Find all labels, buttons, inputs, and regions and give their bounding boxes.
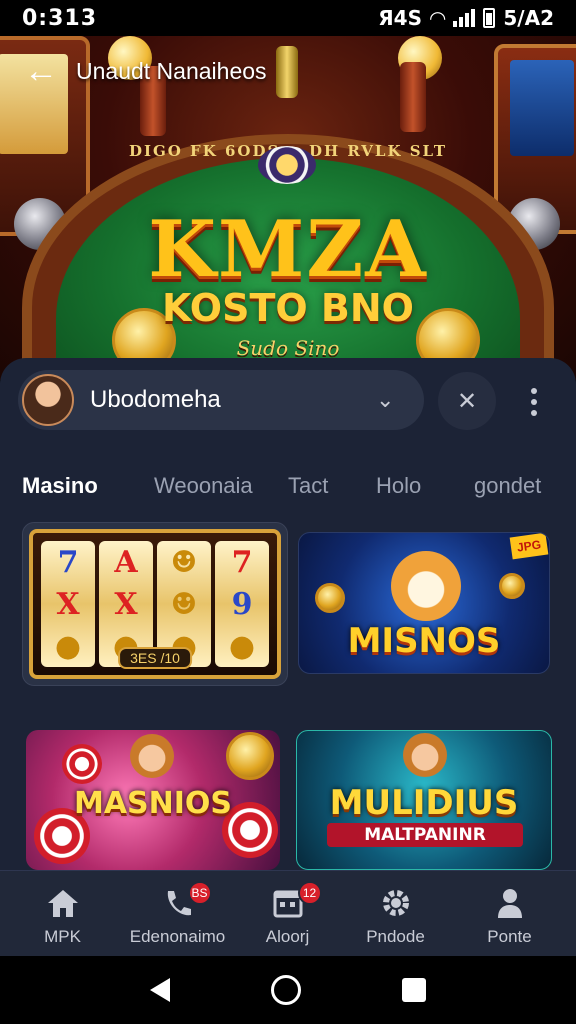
- reel-symbol: ●: [54, 628, 82, 664]
- nav-label: MPK: [44, 927, 81, 946]
- search-input[interactable]: Ubodomeha: [90, 386, 376, 414]
- tab-tact[interactable]: Tact: [288, 473, 328, 499]
- category-tabs: Masino Weoonaia Tact Holo gondet: [0, 464, 576, 508]
- casino-chip-image: [62, 744, 102, 784]
- system-back-icon[interactable]: [150, 978, 171, 1002]
- coin-image: [499, 573, 525, 599]
- chevron-down-icon[interactable]: ⌄: [376, 387, 406, 413]
- page-title: Unaudt Nanaiheos: [76, 58, 267, 84]
- system-navigation-bar: [0, 956, 576, 1024]
- bottom-navigation: MPK BS Edenonaimo 12 Aloorj Pndode Ponte: [0, 870, 576, 956]
- coin-image: [315, 583, 345, 613]
- nav-item-aloorj[interactable]: 12 Aloorj: [230, 871, 345, 957]
- chip-stack-image: [258, 146, 316, 184]
- nav-label: Edenonaimo: [129, 927, 226, 946]
- nav-item-mpk[interactable]: MPK: [5, 871, 120, 957]
- game-card-mulidius[interactable]: MULIDIUS MALTPANINR: [296, 730, 552, 870]
- nav-label: Aloorj: [265, 927, 310, 946]
- tab-masino[interactable]: Masino: [22, 473, 98, 499]
- tab-weoonaia[interactable]: Weoonaia: [154, 473, 253, 499]
- reel: 7 X ●: [41, 541, 95, 667]
- hero-logo-subtitle: KOSTO BNO: [162, 286, 414, 330]
- status-text: Я4Ѕ: [378, 6, 422, 30]
- coin-image: [226, 732, 274, 780]
- game-subtitle: MALTPANINR: [327, 823, 523, 847]
- bear-icon: ☻: [170, 544, 198, 580]
- character-image: [403, 733, 447, 777]
- hero-logo: KMZA: [148, 204, 428, 295]
- account-search-pill[interactable]: Ubodomeha ⌄: [18, 370, 424, 430]
- reel: 7 9 ●: [215, 541, 269, 667]
- post-right-image: [400, 62, 426, 132]
- battery-icon: [483, 8, 496, 28]
- hero-banner: DIGO FK 6ODS ∨ DH RVLK SLT KMZA KOSTO BN…: [0, 36, 576, 380]
- more-options-icon[interactable]: [516, 380, 552, 424]
- game-card-misnos[interactable]: JPG MISNOS: [298, 532, 550, 674]
- avatar[interactable]: [22, 374, 74, 426]
- nav-item-ponte[interactable]: Ponte: [452, 871, 567, 957]
- status-time: 0:313: [22, 5, 98, 31]
- status-icons: Я4Ѕ ◠ 5/A2: [378, 6, 554, 30]
- game-title: MISNOS: [347, 621, 501, 661]
- gear-icon: [376, 885, 416, 921]
- reel-symbol: 7: [57, 544, 79, 580]
- game-card-masnios[interactable]: MASNIOS: [26, 730, 280, 870]
- bear-mascot-image: [391, 551, 461, 621]
- slots-bet-label: 3ES /10: [118, 647, 192, 669]
- game-card-slots[interactable]: 7 X ● A X ● ☻ ☻ ● 7 9 ● 3ES /10: [22, 522, 288, 686]
- home-icon: [43, 885, 83, 921]
- shuffle-icon: ✕: [456, 387, 478, 415]
- signal-icon: [453, 9, 476, 27]
- notification-badge: 12: [297, 881, 322, 905]
- bear-icon: ☻: [170, 586, 198, 622]
- system-home-icon[interactable]: [270, 975, 301, 1005]
- reel-symbol: X: [114, 586, 138, 622]
- reel-symbol: 9: [231, 586, 253, 622]
- character-image: [130, 734, 174, 778]
- slot-reels-image: 7 X ● A X ● ☻ ☻ ● 7 9 ● 3ES /10: [29, 529, 281, 679]
- tab-gondet[interactable]: gondet: [474, 473, 541, 499]
- nav-label: Pndode: [366, 927, 425, 946]
- person-icon: [490, 885, 530, 921]
- game-title: MULIDIUS: [329, 783, 519, 823]
- calendar-icon: 12: [268, 881, 322, 921]
- notification-badge: BS: [187, 881, 212, 905]
- content-sheet: Ubodomeha ⌄ ✕ Masino Weoonaia Tact Holo …: [0, 358, 576, 870]
- shuffle-button[interactable]: ✕: [438, 372, 496, 430]
- back-arrow-icon[interactable]: ←: [24, 54, 58, 90]
- reel-symbol: 7: [231, 544, 253, 580]
- reel-symbol: ●: [228, 628, 256, 664]
- nav-item-edenonaimo[interactable]: BS Edenonaimo: [120, 871, 235, 957]
- nav-label: Ponte: [487, 927, 532, 946]
- corner-badge: JPG: [509, 533, 549, 560]
- status-bar: 0:313 Я4Ѕ ◠ 5/A2: [0, 0, 576, 36]
- reel-symbol: A: [114, 544, 138, 580]
- post-center-image: [276, 46, 298, 98]
- nav-item-pndode[interactable]: Pndode: [338, 871, 453, 957]
- wifi-icon: ◠: [429, 6, 446, 30]
- phone-icon: BS: [158, 881, 212, 921]
- reel-symbol: X: [56, 586, 80, 622]
- system-recents-icon[interactable]: [401, 978, 426, 1002]
- battery-text: 5/A2: [503, 6, 554, 30]
- tab-holo[interactable]: Holo: [376, 473, 421, 499]
- hero-tagline: Sudo Sino: [236, 336, 340, 360]
- game-title: MASNIOS: [73, 786, 233, 821]
